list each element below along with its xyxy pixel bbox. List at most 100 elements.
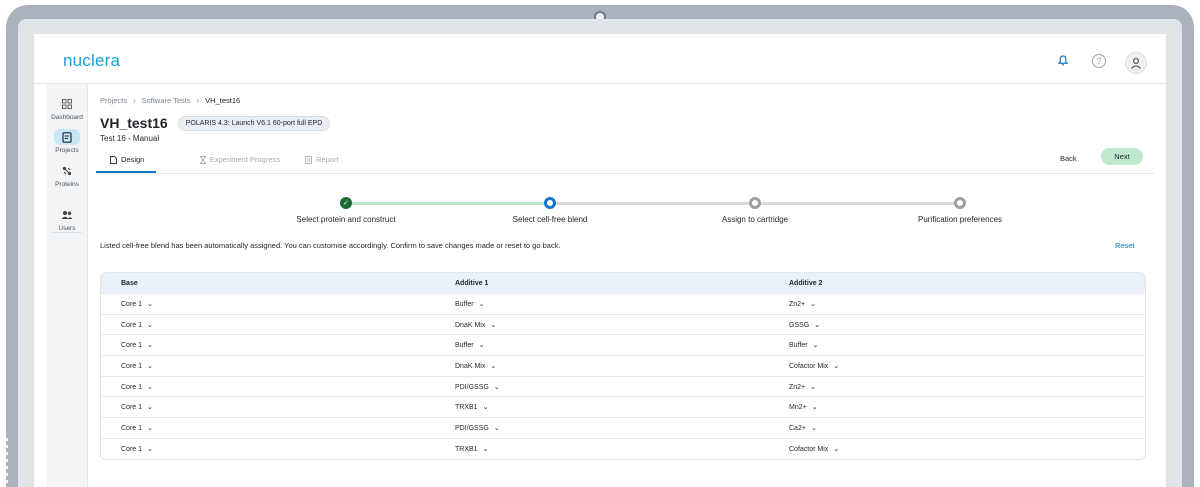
additive-2-select[interactable]: Buffer ⌄ [769,341,818,349]
additive-1-select[interactable]: PDI/GSSG ⌄ [435,383,769,391]
sidebar-divider [52,232,82,233]
cell-value: PDI/GSSG [455,383,489,391]
cell-value: Core 1 [121,424,143,432]
cell-value: PDI/GSSG [455,424,489,432]
additive-1-select[interactable]: PDI/GSSG ⌄ [435,424,769,432]
tab-label: Experiment Progress [210,155,281,164]
cell-value: Mn2+ [789,404,807,412]
chevron-down-icon: ⌄ [478,342,485,350]
tab-label: Design [121,155,145,164]
step-label-blend[interactable]: Select cell-free blend [513,215,588,224]
step-pending-icon [749,197,761,209]
table-row: Core 1 ⌄ PDI/GSSG ⌄ Ca2+ ⌄ [101,417,1145,438]
chevron-down-icon: ⌄ [810,424,817,432]
step-label-protein[interactable]: Select protein and construct [296,215,395,224]
additive-1-select[interactable]: TRXB1 ⌄ [435,445,769,453]
chevron-down-icon: ⌄ [147,342,153,350]
chevron-down-icon: ⌄ [147,445,153,453]
sidebar-item-label: Projects [55,147,79,154]
active-tab-indicator [96,171,156,173]
user-icon[interactable] [1125,52,1147,74]
logo[interactable]: nuclera [63,51,120,71]
additive-1-select[interactable]: Buffer ⌄ [435,341,769,349]
cell-value: Core 1 [121,342,143,350]
tab-label: Report [316,155,339,164]
step-done-icon: ✓ [340,197,352,209]
cell-value: DnaK Mix [455,362,486,370]
next-button[interactable]: Next [1101,148,1143,165]
chevron-down-icon: ⌄ [810,300,817,308]
additive-2-select[interactable]: Zn2+ ⌄ [769,383,816,391]
additive-1-select[interactable]: Buffer ⌄ [435,300,769,308]
chevron-down-icon: ⌄ [147,383,153,391]
breadcrumb-software-tests[interactable]: Software Tests [142,96,191,105]
chevron-down-icon: ⌄ [493,383,500,391]
step-label-purification[interactable]: Purification preferences [918,215,1002,224]
table-row: Core 1 ⌄ TRXB1 ⌄ Cofactor Mix ⌄ [101,437,1145,459]
base-select[interactable]: Core 1 ⌄ [101,424,435,432]
sidebar-item-label: Users [58,225,76,232]
chevron-down-icon: ⌄ [478,300,485,308]
cell-value: Core 1 [121,383,143,391]
page-subtitle: Test 16 - Manual [100,134,160,143]
step-label-cartridge[interactable]: Assign to cartridge [722,215,788,224]
cell-value: Buffer [789,342,808,350]
base-select[interactable]: Core 1 ⌄ [101,445,435,453]
cell-value: Buffer [455,300,474,308]
base-select[interactable]: Core 1 ⌄ [101,300,435,308]
base-select[interactable]: Core 1 ⌄ [101,362,435,370]
sidebar-item-projects[interactable]: Projects [46,129,88,154]
additive-2-select[interactable]: Ca2+ ⌄ [769,424,817,432]
base-select[interactable]: Core 1 ⌄ [101,383,435,391]
breadcrumb: Projects › Software Tests › VH_test16 [100,96,240,105]
page-title: VH_test16 [100,115,168,131]
file-icon [110,155,117,164]
base-select[interactable]: Core 1 ⌄ [101,403,435,411]
tab-design[interactable]: Design [110,155,144,164]
additive-1-select[interactable]: DnaK Mix ⌄ [435,321,769,329]
bell-icon[interactable] [1055,52,1071,68]
additive-1-select[interactable]: DnaK Mix ⌄ [435,362,769,370]
chevron-down-icon: ⌄ [482,445,489,453]
cell-value: Core 1 [121,300,143,308]
users-icon [54,207,80,223]
tab-report[interactable]: Report [305,155,339,164]
chevron-down-icon: ⌄ [147,321,153,329]
cell-value: Ca2+ [789,424,806,432]
chevron-down-icon: ⌄ [490,362,497,370]
chevron-down-icon: ⌄ [833,445,840,453]
breadcrumb-current: VH_test16 [205,96,241,105]
additive-2-select[interactable]: Mn2+ ⌄ [769,403,818,411]
tab-experiment-progress[interactable]: Experiment Progress [200,155,280,164]
document-icon [54,129,80,145]
sidebar-item-proteins[interactable]: Proteins [46,163,88,188]
table-row: Core 1 ⌄ Buffer ⌄ Zn2+ ⌄ [101,293,1145,314]
additive-1-select[interactable]: TRXB1 ⌄ [435,403,769,411]
cell-value: Cofactor Mix [789,362,829,370]
breadcrumb-projects[interactable]: Projects [100,96,127,105]
additive-2-select[interactable]: Zn2+ ⌄ [769,300,816,308]
chevron-down-icon: ⌄ [812,342,819,350]
base-select[interactable]: Core 1 ⌄ [101,321,435,329]
reset-link[interactable]: Reset [1115,241,1135,250]
cell-value: Cofactor Mix [789,445,829,453]
column-header-additive-2: Additive 2 [789,279,823,287]
protein-icon [54,163,80,179]
back-button[interactable]: Back [1060,154,1077,163]
additive-2-select[interactable]: Cofactor Mix ⌄ [769,362,839,370]
top-bar: nuclera ? [34,34,1166,84]
table-body: Core 1 ⌄ Buffer ⌄ Zn2+ ⌄ Core 1 ⌄ DnaK Mix ⌄ GSSG ⌄… [101,293,1145,459]
base-select[interactable]: Core 1 ⌄ [101,341,435,349]
cell-value: Zn2+ [789,300,806,308]
help-icon[interactable]: ? [1092,54,1106,68]
chevron-down-icon: ⌄ [810,383,817,391]
additive-2-select[interactable]: GSSG ⌄ [769,321,820,329]
report-icon [305,155,312,164]
sidebar-item-label: Dashboard [51,114,83,121]
main-content: Projects › Software Tests › VH_test16 VH… [96,84,1154,487]
grid-icon [54,96,80,112]
sidebar-item-users[interactable]: Users [46,207,88,232]
cell-value: Core 1 [121,362,143,370]
additive-2-select[interactable]: Cofactor Mix ⌄ [769,445,839,453]
sidebar-item-dashboard[interactable]: Dashboard [46,96,88,121]
